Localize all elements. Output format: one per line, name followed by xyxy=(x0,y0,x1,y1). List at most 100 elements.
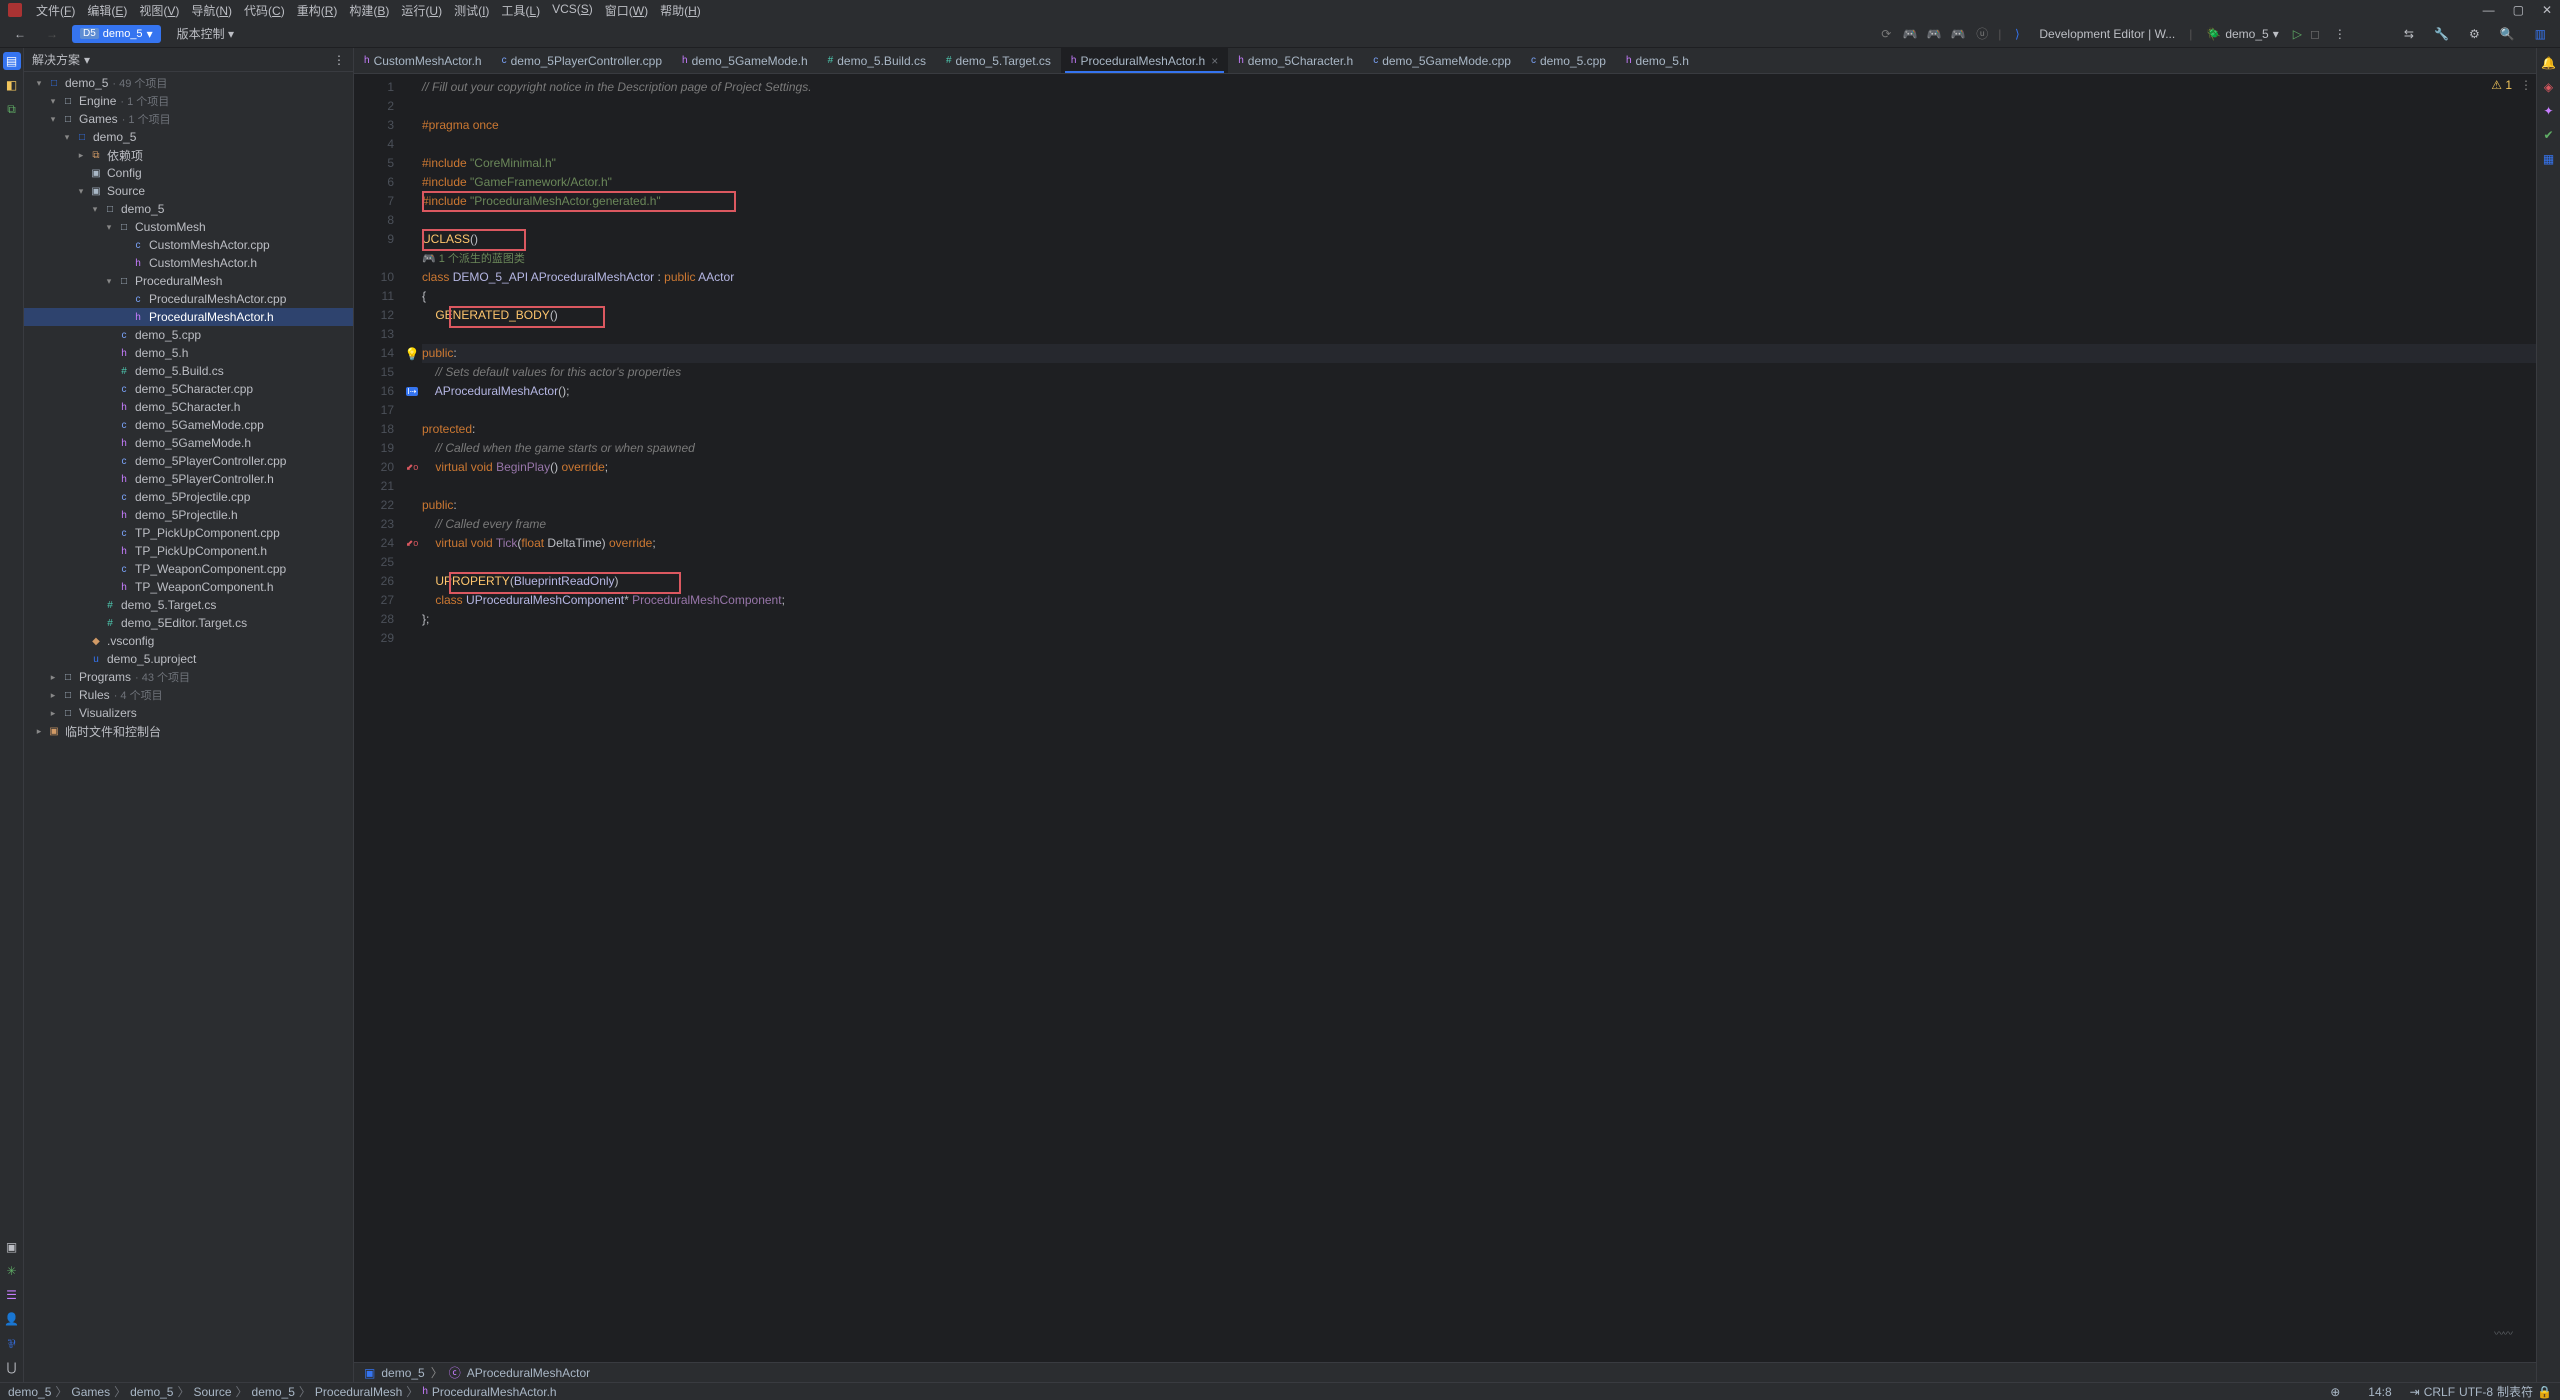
tree-row[interactable]: ▾□CustomMesh xyxy=(24,218,353,236)
gamepad-icon[interactable]: 🎮 xyxy=(1902,26,1918,42)
editor-tab[interactable]: cdemo_5.cpp xyxy=(1521,48,1616,73)
tree-row[interactable]: ▸hCustomMeshActor.h xyxy=(24,254,353,272)
menu-item[interactable]: 编辑(E) xyxy=(81,0,133,21)
tree-row[interactable]: ▸cTP_WeaponComponent.cpp xyxy=(24,560,353,578)
run-config-selector[interactable]: Development Editor | W... xyxy=(2033,25,2181,43)
nav-breadcrumb[interactable]: demo_5〉Games〉demo_5〉Source〉demo_5〉Proced… xyxy=(8,1383,557,1400)
indent-icon[interactable]: ⇥ xyxy=(2410,1385,2420,1399)
menu-item[interactable]: VCS(S) xyxy=(546,0,599,21)
editor-tab[interactable]: hProceduralMeshActor.h× xyxy=(1061,48,1228,73)
nav-crumb[interactable]: ProceduralMeshActor.h xyxy=(432,1385,557,1399)
panel-more-icon[interactable]: ⋮ xyxy=(333,53,345,67)
nav-crumb[interactable]: demo_5 xyxy=(8,1385,51,1399)
database-tool-icon[interactable]: ◈ xyxy=(2540,78,2558,96)
code-editor[interactable]: ⚠ 1 ⋮ // Fill out your copyright notice … xyxy=(422,74,2536,1362)
sidebar-toggle-icon[interactable]: ▥ xyxy=(2529,25,2552,43)
vcs-selector[interactable]: 版本控制 ▾ xyxy=(169,23,242,44)
terminal-tool-icon[interactable]: ▣ xyxy=(3,1238,21,1256)
todo-tool-icon[interactable]: ☰ xyxy=(3,1286,21,1304)
project-selector[interactable]: D5 demo_5 ▾ xyxy=(72,25,161,43)
minimize-button[interactable]: ― xyxy=(2483,3,2495,17)
warnings-badge[interactable]: ⚠ 1 xyxy=(2491,78,2512,92)
notifications-tool-icon[interactable]: 🔔 xyxy=(2540,54,2558,72)
tree-row[interactable]: ▸hTP_PickUpComponent.h xyxy=(24,542,353,560)
override-gutter-icon[interactable]: ⬋o xyxy=(406,462,419,473)
tree-row[interactable]: ▸#demo_5Editor.Target.cs xyxy=(24,614,353,632)
editor-tab[interactable]: hdemo_5GameMode.h xyxy=(672,48,818,73)
sync-icon[interactable]: ⟳ xyxy=(1878,26,1894,42)
menu-item[interactable]: 视图(V) xyxy=(133,0,185,21)
menu-item[interactable]: 导航(N) xyxy=(185,0,238,21)
menu-item[interactable]: 工具(L) xyxy=(495,0,546,21)
tree-row[interactable]: ▸hdemo_5Character.h xyxy=(24,398,353,416)
gc-icon[interactable]: ⊕ xyxy=(2330,1385,2340,1399)
implements-gutter-icon[interactable]: I⇢ xyxy=(406,387,419,396)
menu-item[interactable]: 窗口(W) xyxy=(599,0,654,21)
tree-row[interactable]: ▸▣Config xyxy=(24,164,353,182)
indent-mode[interactable]: 制表符 xyxy=(2497,1383,2533,1400)
debug-config-selector[interactable]: 🪲 demo_5 ▾ xyxy=(2200,25,2284,43)
vcs-tool-icon[interactable]: ⅌ xyxy=(3,1334,21,1352)
tree-row[interactable]: ▸cdemo_5Projectile.cpp xyxy=(24,488,353,506)
maximize-button[interactable]: ▢ xyxy=(2513,3,2524,17)
lock-icon[interactable]: 🔒 xyxy=(2537,1385,2552,1399)
tree-row[interactable]: ▸hProceduralMeshActor.h xyxy=(24,308,353,326)
problems-tool-icon[interactable]: 👤 xyxy=(3,1310,21,1328)
more-button[interactable]: ⋮ xyxy=(2328,25,2352,43)
breadcrumb-project[interactable]: demo_5 xyxy=(381,1366,424,1380)
tree-row[interactable]: ▸□Programs· 43 个项目 xyxy=(24,668,353,686)
intention-bulb-icon[interactable]: 💡 xyxy=(405,347,420,361)
translate-icon[interactable]: ⇆ xyxy=(2398,25,2420,43)
endpoints-tool-icon[interactable]: ▦ xyxy=(2540,150,2558,168)
tree-row[interactable]: ▸cdemo_5GameMode.cpp xyxy=(24,416,353,434)
tree-row[interactable]: ▸#demo_5.Build.cs xyxy=(24,362,353,380)
override-gutter-icon[interactable]: ⬋o xyxy=(406,538,419,549)
line-ending[interactable]: CRLF xyxy=(2424,1385,2455,1399)
menu-item[interactable]: 代码(C) xyxy=(238,0,291,21)
tree-row[interactable]: ▸cdemo_5Character.cpp xyxy=(24,380,353,398)
nav-crumb[interactable]: ProceduralMesh xyxy=(315,1385,402,1399)
unreal-icon[interactable]: ⓤ xyxy=(1974,26,1990,42)
editor-tab[interactable]: hCustomMeshActor.h xyxy=(354,48,492,73)
tree-row[interactable]: ▸hdemo_5PlayerController.h xyxy=(24,470,353,488)
tree-row[interactable]: ▾□demo_5 xyxy=(24,128,353,146)
tree-row[interactable]: ▾□Engine· 1 个项目 xyxy=(24,92,353,110)
menu-item[interactable]: 帮助(H) xyxy=(654,0,707,21)
tab-close-icon[interactable]: × xyxy=(1211,54,1218,68)
nav-crumb[interactable]: demo_5 xyxy=(252,1385,295,1399)
search-icon[interactable]: 🔍 xyxy=(2494,25,2521,43)
back-button[interactable]: ← xyxy=(8,25,32,43)
menu-item[interactable]: 文件(F) xyxy=(30,0,81,21)
services-tool-icon[interactable]: ✳ xyxy=(3,1262,21,1280)
tree-row[interactable]: ▸cTP_PickUpComponent.cpp xyxy=(24,524,353,542)
nav-crumb[interactable]: Games xyxy=(71,1385,110,1399)
gamepad-icon[interactable]: 🎮 xyxy=(1926,26,1942,42)
structure-tool-icon[interactable]: ⧉ xyxy=(3,100,21,118)
editor-tab[interactable]: #demo_5.Build.cs xyxy=(818,48,936,73)
nav-crumb[interactable]: demo_5 xyxy=(130,1385,173,1399)
tree-row[interactable]: ▸hdemo_5.h xyxy=(24,344,353,362)
nav-crumb[interactable]: Source xyxy=(193,1385,231,1399)
tree-row[interactable]: ▸hTP_WeaponComponent.h xyxy=(24,578,353,596)
editor-more-icon[interactable]: ⋮ xyxy=(2520,78,2532,92)
tree-row[interactable]: ▾□demo_5 xyxy=(24,200,353,218)
solution-panel-header[interactable]: 解决方案 ▾ ⋮ xyxy=(24,48,353,72)
breadcrumb-class[interactable]: AProceduralMeshActor xyxy=(467,1366,590,1380)
tree-row[interactable]: ▸cdemo_5.cpp xyxy=(24,326,353,344)
tree-row[interactable]: ▸cCustomMeshActor.cpp xyxy=(24,236,353,254)
tree-row[interactable]: ▾□demo_5· 49 个项目 xyxy=(24,74,353,92)
editor-tab[interactable]: hdemo_5Character.h xyxy=(1228,48,1363,73)
stop-button[interactable]: ◻ xyxy=(2310,27,2320,41)
menu-item[interactable]: 重构(R) xyxy=(291,0,344,21)
coverage-tool-icon[interactable]: ✔ xyxy=(2540,126,2558,144)
tree-row[interactable]: ▸hdemo_5GameMode.h xyxy=(24,434,353,452)
more-tool-icon[interactable]: ⋃ xyxy=(3,1358,21,1376)
bookmarks-tool-icon[interactable]: ◧ xyxy=(3,76,21,94)
tree-row[interactable]: ▸▣临时文件和控制台 xyxy=(24,722,353,740)
debug-icon[interactable]: ⟩ xyxy=(2009,26,2025,42)
tree-row[interactable]: ▾▣Source xyxy=(24,182,353,200)
tree-row[interactable]: ▸□Rules· 4 个项目 xyxy=(24,686,353,704)
caret-position[interactable]: 14:8 xyxy=(2368,1385,2391,1399)
close-button[interactable]: ✕ xyxy=(2542,3,2552,17)
tree-row[interactable]: ▸hdemo_5Projectile.h xyxy=(24,506,353,524)
